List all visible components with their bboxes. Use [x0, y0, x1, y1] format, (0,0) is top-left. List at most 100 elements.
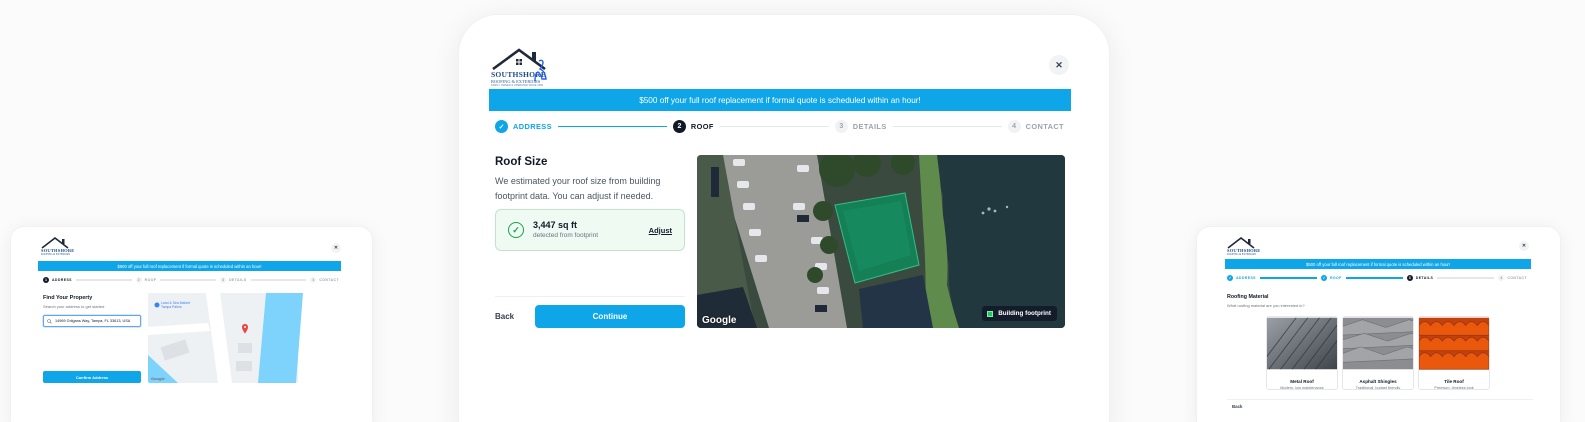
showcase-stage: SOUTHSHORE ROOFING & EXTERIORS ✕ $500 of…: [0, 0, 1585, 422]
asphalt-shingles-image: [1343, 317, 1413, 370]
back-button[interactable]: Back: [1232, 404, 1243, 409]
property-map[interactable]: Land & Sea Market Tampa Palms Google: [148, 293, 339, 383]
building-footprint-legend: Building footprint: [982, 306, 1057, 321]
section-subtitle: Search your address to get started: [43, 304, 105, 309]
close-button[interactable]: ✕: [331, 243, 341, 253]
step-contact: 4 CONTACT: [1498, 275, 1527, 281]
step-label: ADDRESS: [52, 278, 72, 282]
promo-banner: $500 off your full roof replacement if f…: [489, 89, 1071, 111]
confirm-address-button[interactable]: Confirm Address: [43, 371, 141, 383]
close-icon: ✕: [333, 245, 339, 251]
material-name: Tile Roof: [1444, 379, 1464, 384]
brand-logo: SOUTHSHORE ROOFING & EXTERIORS: [1227, 237, 1261, 256]
step-label: ROOF: [1329, 276, 1342, 280]
step-details: 3 DETAILS: [1406, 275, 1434, 281]
close-icon: ✕: [1521, 243, 1527, 249]
footprint-label: Building footprint: [998, 310, 1051, 317]
step-label: DETAILS: [1415, 276, 1434, 280]
section-title: Find Your Property: [43, 295, 93, 301]
brand-logo: SOUTHSHORE ROOFING & EXTERIORS: [41, 237, 75, 256]
step-label: ROOF: [144, 278, 157, 282]
adjust-link[interactable]: Adjust: [649, 226, 672, 235]
map-attribution: Google: [702, 315, 737, 326]
house-logo-icon: [41, 237, 69, 249]
step-label: DETAILS: [229, 278, 247, 282]
step-number: 4: [1498, 275, 1505, 281]
close-button[interactable]: ✕: [1519, 241, 1529, 251]
address-search-input[interactable]: 14969 Grilgans Way, Tampa, FL 33613, USA: [43, 315, 141, 327]
material-description: Premium, timeless look: [1434, 386, 1474, 390]
section-title: Roofing Material: [1227, 294, 1269, 300]
aerial-satellite-view[interactable]: Google Building footprint: [697, 155, 1065, 328]
close-icon: ✕: [1055, 59, 1063, 70]
step-roof: 2 ROOF: [672, 120, 714, 133]
brand-tagline: ROOFING & EXTERIORS: [41, 252, 71, 256]
step-contact: 4 CONTACT: [1007, 120, 1064, 133]
divider: [1227, 399, 1533, 400]
house-logo-icon: [1227, 237, 1255, 249]
material-name: Asphalt Shingles: [1359, 379, 1397, 384]
step-number: 3: [220, 277, 227, 283]
step-number: 2: [135, 277, 142, 283]
step-connector: [1345, 277, 1403, 279]
step-label: DETAILS: [852, 122, 887, 131]
back-button[interactable]: Back: [495, 307, 531, 325]
brand-tagline: ROOFING & EXTERIORS: [1227, 252, 1257, 256]
promo-banner: $500 off your full roof replacement if f…: [38, 261, 341, 271]
details-step-preview: SOUTHSHORE ROOFING & EXTERIORS ✕ $500 of…: [1196, 226, 1561, 422]
step-connector: [557, 125, 667, 128]
address-step-preview: SOUTHSHORE ROOFING & EXTERIORS ✕ $500 of…: [10, 226, 373, 422]
search-icon: [47, 318, 52, 324]
close-button[interactable]: ✕: [1049, 55, 1069, 75]
continue-button[interactable]: Continue: [535, 305, 685, 328]
step-number: 3: [834, 120, 848, 133]
material-description: Modern, low maintenance: [1280, 386, 1324, 390]
roof-size-estimate: ✓ 3,447 sq ft detected from footprint Ad…: [495, 209, 685, 251]
map-attribution: Google: [151, 376, 165, 381]
page-description: We estimated your roof size from buildin…: [495, 176, 661, 201]
step-label: CONTACT: [1025, 122, 1064, 131]
step-number: 1: [43, 277, 49, 283]
step-check-icon: ✓: [1227, 275, 1233, 281]
page-title: Roof Size: [495, 156, 548, 168]
step-label: ADDRESS: [513, 122, 552, 131]
material-option-tile[interactable]: Tile Roof Premium, timeless look: [1418, 316, 1490, 390]
metal-roof-image: [1267, 317, 1337, 370]
address-value: 14969 Grilgans Way, Tampa, FL 33613, USA: [55, 319, 131, 323]
material-option-metal[interactable]: Metal Roof Modern, low maintenance: [1266, 316, 1338, 390]
step-number: 4: [310, 277, 317, 283]
step-label: CONTACT: [1507, 276, 1527, 280]
step-check-icon: ✓: [1320, 275, 1327, 281]
step-connector: [1259, 277, 1317, 279]
step-connector: [75, 279, 132, 281]
roof-size-source: detected from footprint: [533, 232, 599, 239]
progress-stepper: ✓ ADDRESS 2 ROOF 3 DETAILS 4 CONTACT: [495, 119, 1064, 134]
heron-logo-icon: [534, 59, 547, 82]
step-connector: [1437, 277, 1495, 279]
section-subtitle: What roofing material are you interested…: [1227, 303, 1305, 308]
step-details: 3 DETAILS: [220, 277, 247, 283]
divider: [495, 296, 685, 297]
step-number: 2: [672, 120, 686, 133]
step-connector: [160, 279, 217, 281]
footprint-swatch-icon: [987, 310, 994, 317]
step-address: 1 ADDRESS: [43, 277, 72, 283]
progress-stepper: ✓ ADDRESS ✓ ROOF 3 DETAILS 4 CONTACT: [1227, 274, 1527, 282]
step-number: 3: [1406, 275, 1413, 281]
material-description: Traditional, budget friendly: [1355, 386, 1401, 390]
step-roof: 2 ROOF: [135, 277, 157, 283]
step-connector: [719, 125, 829, 128]
step-details: 3 DETAILS: [834, 120, 887, 133]
step-label: CONTACT: [319, 278, 340, 282]
brand-subline: FAMILY OWNED & OPERATED SINCE 1999: [491, 84, 544, 87]
step-number: 4: [1007, 120, 1021, 133]
step-connector: [250, 279, 307, 281]
promo-banner: $500 off your full roof replacement if f…: [1225, 259, 1531, 269]
material-name: Metal Roof: [1290, 379, 1314, 384]
step-label: ROOF: [690, 122, 714, 131]
roof-size-value: 3,447 sq ft: [533, 220, 578, 230]
roof-step-modal: SOUTHSHORE ROOFING & EXTERIORS FAMILY OW…: [458, 14, 1110, 422]
step-address: ✓ ADDRESS: [1227, 275, 1256, 281]
material-option-asphalt[interactable]: Asphalt Shingles Traditional, budget fri…: [1342, 316, 1414, 390]
step-check-icon: ✓: [495, 120, 508, 133]
